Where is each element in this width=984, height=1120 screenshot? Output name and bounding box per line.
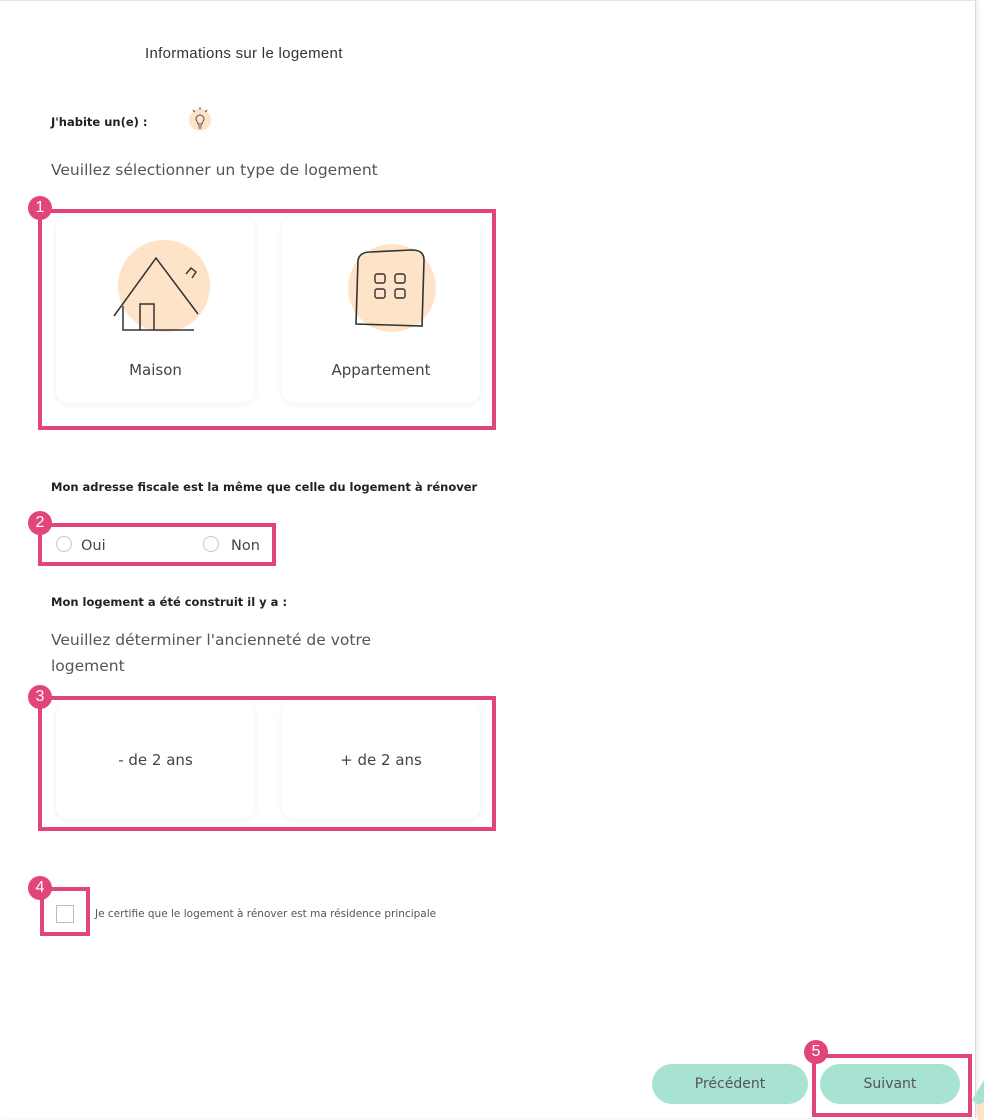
- decorative-leaf-icon: [972, 1080, 984, 1120]
- house-icon: [113, 240, 210, 332]
- form-panel: Informations sur le logement J'habite un…: [0, 0, 976, 1118]
- housing-option-appartement[interactable]: Appartement: [282, 216, 480, 403]
- lightbulb-icon[interactable]: [186, 105, 214, 133]
- housing-option-maison[interactable]: Maison: [56, 216, 255, 403]
- radio-non[interactable]: [203, 536, 219, 552]
- construction-age-label: Mon logement a été construit il y a :: [51, 595, 288, 609]
- housing-type-label: J'habite un(e) :: [51, 115, 148, 129]
- age-option-less-2[interactable]: - de 2 ans: [56, 701, 255, 819]
- housing-type-hint: Veuillez sélectionner un type de logemen…: [51, 161, 378, 179]
- annotation-badge: 5: [804, 1040, 828, 1064]
- annotation-badge: 2: [28, 511, 52, 535]
- radio-oui[interactable]: [56, 536, 72, 552]
- age-option-label: + de 2 ans: [340, 751, 422, 769]
- annotation-badge: 1: [28, 196, 52, 220]
- age-option-label: - de 2 ans: [118, 751, 193, 769]
- certify-label[interactable]: Je certifie que le logement à rénover es…: [95, 905, 475, 924]
- housing-option-label: Appartement: [331, 361, 431, 379]
- form-title: Informations sur le logement: [145, 45, 343, 62]
- certify-checkbox[interactable]: [56, 905, 74, 923]
- construction-age-hint: Veuillez déterminer l'ancienneté de votr…: [51, 631, 372, 675]
- previous-button[interactable]: Précédent: [652, 1064, 808, 1104]
- fiscal-address-label: Mon adresse fiscale est la même que cell…: [51, 480, 478, 494]
- radio-non-label[interactable]: Non: [231, 538, 260, 554]
- radio-oui-label[interactable]: Oui: [81, 538, 106, 554]
- next-button[interactable]: Suivant: [820, 1064, 960, 1104]
- age-option-more-2[interactable]: + de 2 ans: [282, 701, 480, 819]
- annotation-badge: 4: [28, 876, 52, 900]
- annotation-badge: 3: [28, 685, 52, 709]
- apartment-building-icon: [348, 244, 436, 332]
- housing-option-label: Maison: [129, 361, 182, 379]
